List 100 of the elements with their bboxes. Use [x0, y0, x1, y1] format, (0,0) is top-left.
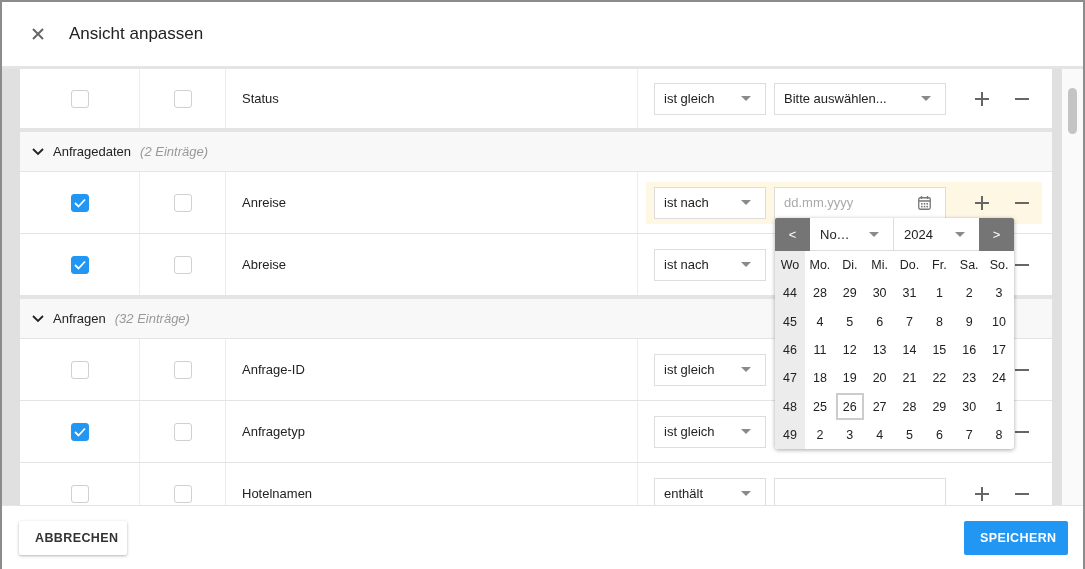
calendar-day[interactable]: 21 — [895, 365, 924, 392]
calendar-day[interactable]: 25 — [806, 393, 834, 420]
weekday-header: Do. — [898, 257, 921, 275]
calendar-day[interactable]: 6 — [925, 421, 954, 449]
check-icon — [73, 426, 86, 437]
checkbox[interactable] — [70, 484, 89, 503]
week-number: 44 — [775, 279, 805, 308]
cancel-button[interactable]: ABBRECHEN — [19, 520, 127, 555]
field-label: Abreise — [242, 257, 287, 272]
calendar-day[interactable]: 30 — [955, 393, 984, 420]
calendar-day[interactable]: 29 — [925, 393, 954, 420]
field-label: Anreise — [242, 195, 287, 210]
calendar-day[interactable]: 27 — [865, 393, 894, 420]
value-dropdown[interactable]: Bitte auswählen... — [774, 82, 946, 115]
caret-icon — [741, 200, 751, 205]
calendar-day[interactable]: 10 — [985, 308, 1013, 335]
calendar-day[interactable]: 17 — [985, 336, 1013, 364]
dialog-title: Ansicht anpassen — [69, 24, 204, 44]
weekday-header: Fr. — [931, 257, 948, 275]
checkbox[interactable] — [70, 255, 89, 274]
plus-icon — [973, 89, 991, 108]
calendar-day[interactable]: 28 — [806, 280, 834, 307]
calendar-day[interactable]: 31 — [895, 280, 924, 307]
calendar-day[interactable]: 26 — [835, 393, 864, 420]
calendar-day[interactable]: 3 — [985, 280, 1013, 307]
calendar-day[interactable]: 3 — [835, 421, 864, 449]
calendar-day[interactable]: 2 — [806, 421, 834, 449]
calendar-day[interactable]: 22 — [925, 365, 954, 392]
minus-icon — [1015, 492, 1029, 495]
operator-dropdown[interactable]: ist gleich — [654, 415, 766, 448]
weekday-header: Mo. — [808, 257, 832, 275]
calendar-day[interactable]: 19 — [835, 365, 864, 392]
month-dropdown[interactable]: No… — [810, 218, 894, 251]
group-title: Anfragedaten — [53, 144, 132, 159]
calendar-day[interactable]: 5 — [895, 421, 924, 449]
checkbox[interactable] — [70, 360, 89, 379]
calendar-day[interactable]: 5 — [835, 308, 864, 335]
entry-count: (2 Einträge) — [140, 144, 208, 159]
entry-count: (32 Einträge) — [114, 311, 190, 326]
calendar-icon[interactable] — [918, 195, 931, 210]
calendar-day[interactable]: 23 — [955, 365, 984, 392]
weekday-header: Mi. — [870, 257, 889, 275]
operator-dropdown[interactable]: ist gleich — [654, 82, 766, 115]
check-icon — [73, 197, 86, 208]
checkbox[interactable] — [70, 422, 89, 441]
checkbox[interactable] — [173, 360, 192, 379]
field-label: Status — [242, 91, 279, 106]
scrollbar[interactable] — [1062, 69, 1083, 505]
year-dropdown[interactable]: 2024 — [894, 218, 979, 251]
calendar-day[interactable]: 16 — [955, 336, 984, 364]
minus-icon — [1015, 201, 1029, 204]
chevron-icon[interactable] — [32, 314, 44, 323]
calendar-day[interactable]: 15 — [925, 336, 954, 364]
operator-dropdown[interactable]: enthält — [654, 477, 766, 505]
calendar-day[interactable]: 8 — [925, 308, 954, 335]
checkbox[interactable] — [173, 484, 192, 503]
calendar-day[interactable]: 14 — [895, 336, 924, 364]
calendar-day[interactable]: 1 — [925, 280, 954, 307]
checkbox[interactable] — [173, 255, 192, 274]
checkbox[interactable] — [70, 89, 89, 108]
calendar-day[interactable]: 28 — [895, 393, 924, 420]
calendar-day[interactable]: 4 — [806, 308, 834, 335]
check-icon — [73, 259, 86, 270]
calendar-day[interactable]: 29 — [835, 280, 864, 307]
week-number: 47 — [775, 364, 805, 393]
calendar-day[interactable]: 8 — [985, 421, 1013, 449]
caret-icon — [741, 96, 751, 101]
week-number: 48 — [775, 392, 805, 421]
add-button[interactable] — [973, 193, 991, 212]
operator-dropdown[interactable]: ist nach — [654, 186, 766, 219]
calendar-day[interactable]: 7 — [895, 308, 924, 335]
calendar-day[interactable]: 12 — [835, 336, 864, 364]
calendar-day[interactable]: 6 — [865, 308, 894, 335]
add-button[interactable] — [973, 89, 991, 108]
calendar-day[interactable]: 20 — [865, 365, 894, 392]
caret-icon — [869, 231, 879, 237]
calendar-day[interactable]: 9 — [955, 308, 984, 335]
group-title: Anfragen — [53, 311, 106, 326]
checkbox[interactable] — [173, 89, 192, 108]
week-header: Wo — [775, 251, 805, 280]
calendar-day[interactable]: 11 — [806, 336, 834, 364]
chevron-icon[interactable] — [32, 147, 44, 156]
add-button[interactable] — [973, 484, 991, 503]
minus-icon — [1015, 368, 1029, 371]
checkbox[interactable] — [70, 193, 89, 212]
operator-dropdown[interactable]: ist nach — [654, 248, 766, 281]
field-label: Anfragetyp — [242, 424, 305, 439]
calendar-day[interactable]: 4 — [865, 421, 894, 449]
calendar-day[interactable]: 13 — [865, 336, 894, 364]
calendar-day[interactable]: 2 — [955, 280, 984, 307]
checkbox[interactable] — [173, 422, 192, 441]
calendar-day[interactable]: 7 — [955, 421, 984, 449]
operator-dropdown[interactable]: ist gleich — [654, 353, 766, 386]
calendar-day[interactable]: 18 — [806, 365, 834, 392]
week-number: 46 — [775, 335, 805, 365]
checkbox[interactable] — [173, 193, 192, 212]
value-field[interactable] — [774, 477, 946, 505]
calendar-day[interactable]: 24 — [985, 365, 1013, 392]
calendar-day[interactable]: 30 — [865, 280, 894, 307]
calendar-day[interactable]: 1 — [985, 393, 1013, 420]
